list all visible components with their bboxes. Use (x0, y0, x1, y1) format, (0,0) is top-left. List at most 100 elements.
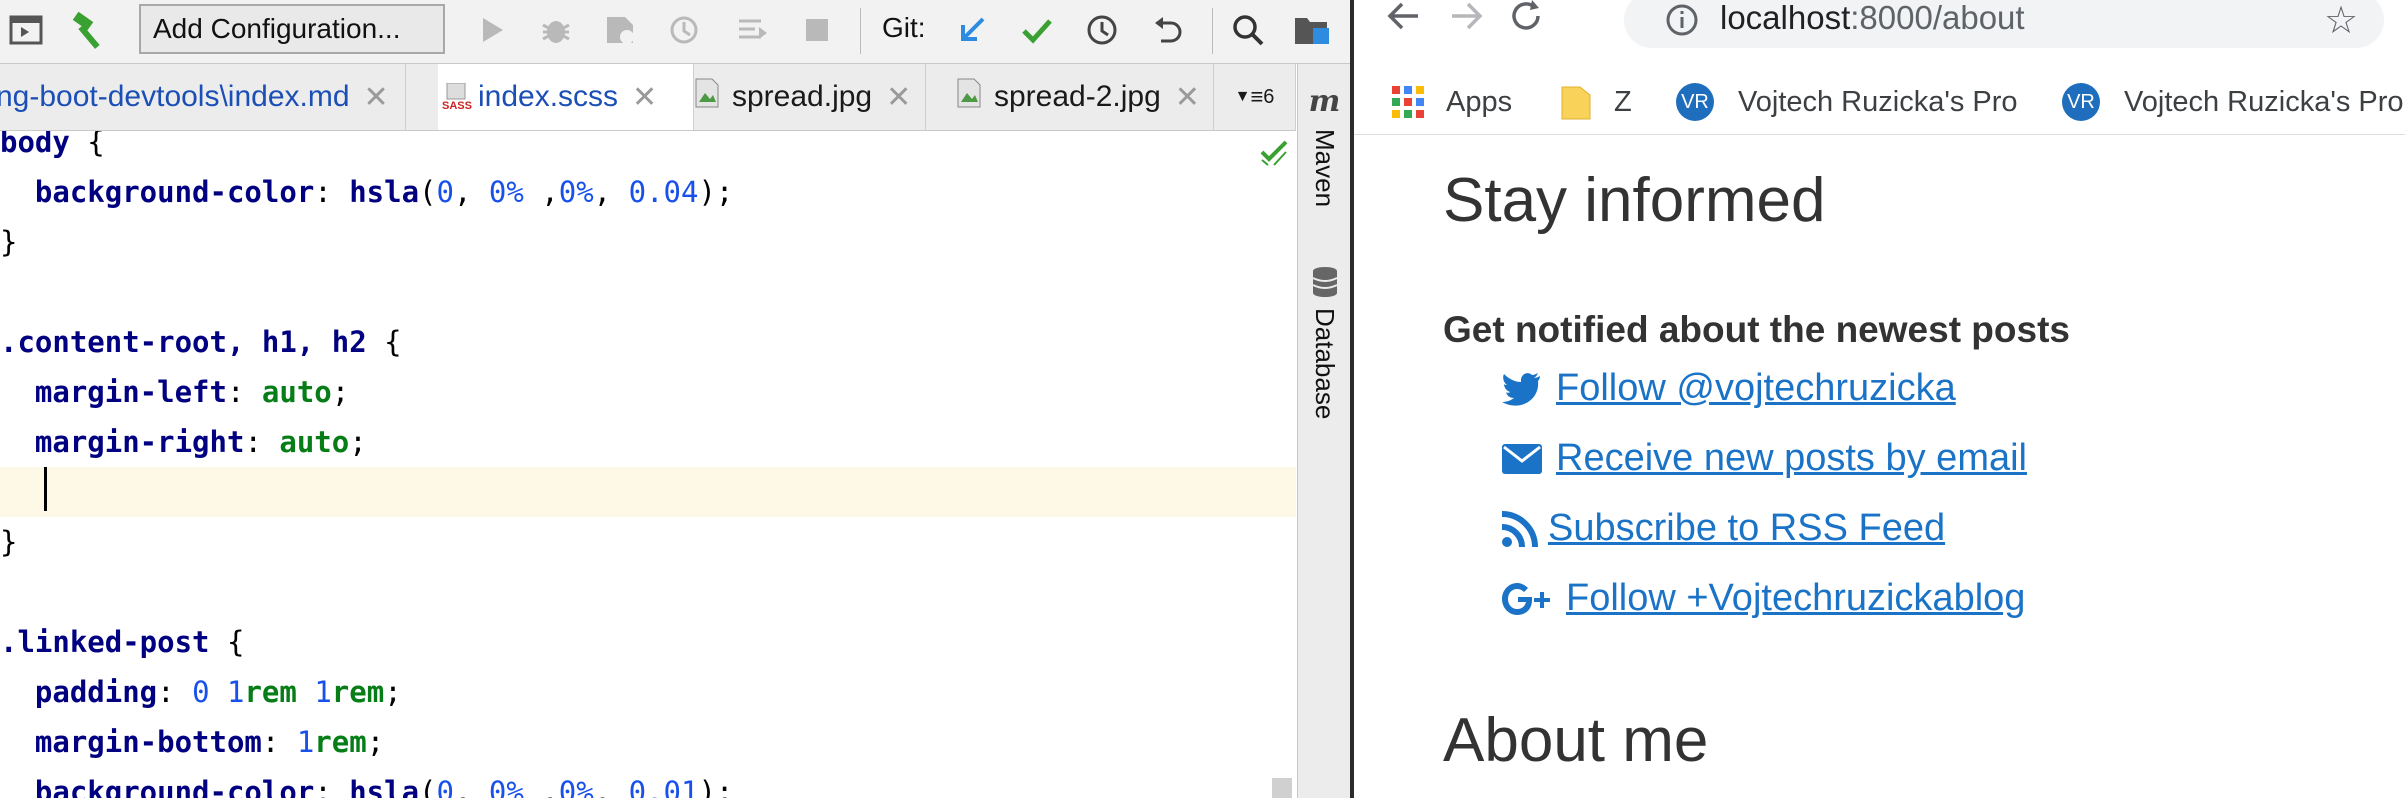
avatar: VR (2062, 83, 2100, 121)
current-line-highlight (0, 467, 1296, 517)
toolbar-separator (1212, 8, 1213, 54)
build-project-icon[interactable] (730, 8, 774, 52)
code-line: margin-right: auto; (34, 425, 367, 459)
profile-icon[interactable] (663, 8, 707, 52)
toolbar-separator (860, 8, 861, 54)
stay-informed-heading: Stay informed (1443, 166, 1826, 235)
git-commit-icon[interactable] (1015, 8, 1059, 52)
reload-icon[interactable] (1506, 0, 1546, 41)
sass-file-icon: SASS (442, 82, 472, 112)
google-plus-icon (1502, 582, 1550, 615)
list-item: Subscribe to RSS Feed (1502, 507, 1945, 550)
google-plus-link[interactable]: Follow +Vojtechruzickablog (1566, 577, 2025, 620)
code-editor[interactable]: body { background-color: hsla(0, 0% ,0%,… (0, 131, 1296, 798)
scrollbar-thumb[interactable] (1272, 778, 1292, 798)
inspection-ok-icon[interactable] (1260, 138, 1288, 171)
run-with-coverage-icon[interactable] (598, 8, 642, 52)
image-file-icon (956, 78, 982, 116)
about-me-heading: About me (1443, 706, 1709, 775)
mail-icon (1502, 443, 1542, 474)
image-file-icon (694, 78, 720, 116)
right-tool-window-bar: m Maven Database (1297, 64, 1350, 798)
rss-icon (1502, 510, 1538, 547)
rss-feed-link[interactable]: Subscribe to RSS Feed (1548, 507, 1945, 550)
maven-icon: m (1308, 84, 1341, 119)
code-line: body { (0, 131, 105, 159)
bookmark-apps[interactable]: Apps (1390, 70, 1512, 134)
close-icon[interactable]: ✕ (886, 80, 911, 115)
run-configuration-dropdown[interactable]: Add Configuration... (139, 4, 445, 54)
tab-label: ng-boot-devtools\index.md (0, 80, 350, 113)
git-label: Git: (882, 12, 926, 43)
tab-index-md[interactable]: ng-boot-devtools\index.md ✕ (0, 64, 406, 130)
maven-tool-tab[interactable]: m Maven (1298, 84, 1350, 207)
search-everywhere-icon[interactable] (1226, 8, 1270, 52)
code-line: margin-left: auto; (34, 375, 350, 409)
back-arrow-icon[interactable] (1384, 0, 1424, 41)
database-icon (1312, 267, 1337, 297)
git-update-icon[interactable] (950, 8, 994, 52)
run-icon[interactable] (470, 8, 514, 52)
ide-toolbar: Add Configuration... Git: (0, 0, 1350, 64)
folder-icon (1561, 86, 1591, 120)
build-hammer-icon[interactable] (68, 8, 112, 52)
avatar: VR (1676, 83, 1714, 121)
list-item: Follow @vojtechruzicka (1502, 367, 1956, 410)
tab-overflow-count: 6 (1263, 85, 1275, 108)
tab-overflow-button[interactable]: ▼ ≡ 6 (1214, 64, 1296, 130)
sass-badge: SASS (442, 99, 472, 112)
bookmark-z[interactable]: Z (1560, 70, 1632, 134)
url-text[interactable]: localhost:8000/about (1720, 0, 2025, 37)
close-icon[interactable]: ✕ (632, 80, 657, 115)
code-line: .content-root, h1, h2 { (0, 325, 402, 359)
close-icon[interactable]: ✕ (364, 80, 389, 115)
bookmark-vojtech-1[interactable]: VR Vojtech Ruzicka's Pro (1676, 70, 2018, 134)
tab-spread-jpg[interactable]: spread.jpg ✕ (694, 64, 926, 130)
text-caret (44, 467, 47, 511)
chevron-down-icon: ▼ (1234, 88, 1251, 105)
project-structure-folder-icon[interactable] (1290, 8, 1334, 52)
url-host: localhost (1720, 0, 1851, 36)
database-tool-tab[interactable]: Database (1298, 266, 1350, 419)
bookmark-star-icon[interactable]: ☆ (2324, 0, 2358, 43)
bookmark-label: Z (1614, 85, 1632, 118)
maven-tab-label: Maven (1310, 129, 1340, 208)
info-icon[interactable] (1664, 2, 1700, 43)
tab-label: spread.jpg (732, 80, 873, 113)
tab-label: index.scss (477, 80, 619, 113)
stop-icon[interactable] (795, 8, 839, 52)
bookmark-label: Vojtech Ruzicka's Pro (2124, 85, 2404, 118)
code-line: padding: 0 1rem 1rem; (34, 675, 402, 709)
apps-grid-icon (1392, 86, 1424, 118)
bookmark-vojtech-2[interactable]: VR Vojtech Ruzicka's Pro (2062, 70, 2404, 134)
code-line: background-color: hsla(0, 0% ,0%, 0.04); (34, 175, 734, 209)
follow-twitter-link[interactable]: Follow @vojtechruzicka (1556, 367, 1956, 410)
close-icon[interactable]: ✕ (1175, 80, 1200, 115)
tab-label: spread-2.jpg (994, 80, 1161, 113)
list-icon: ≡ (1250, 84, 1264, 109)
code-line: background-color: hsla(0, 0% ,0%, 0.01); (34, 775, 734, 798)
code-line: .linked-post { (0, 625, 245, 659)
run-configuration-label: Add Configuration... (153, 13, 401, 44)
bookmarks-bar: Apps Z VR Vojtech Ruzicka's Pro VR Vojte… (1354, 70, 2405, 135)
database-tab-label: Database (1310, 308, 1340, 420)
bookmark-label: Vojtech Ruzicka's Pro (1738, 85, 2018, 118)
forward-arrow-icon[interactable] (1446, 0, 1486, 41)
git-history-icon[interactable] (1080, 8, 1124, 52)
list-item: Receive new posts by email (1502, 437, 2027, 480)
debug-icon[interactable] (534, 8, 578, 52)
twitter-icon (1502, 372, 1540, 406)
project-structure-icon[interactable] (4, 8, 48, 52)
tab-index-scss[interactable]: SASS index.scss ✕ (438, 64, 694, 130)
code-line: margin-bottom: 1rem; (34, 725, 385, 759)
address-bar[interactable]: localhost:8000/about ☆ (1624, 0, 2384, 48)
email-subscribe-link[interactable]: Receive new posts by email (1556, 437, 2027, 480)
git-rollback-icon[interactable] (1146, 8, 1190, 52)
url-path: :8000/about (1850, 0, 2025, 36)
list-item: Follow +Vojtechruzickablog (1502, 577, 2025, 620)
notify-subheading: Get notified about the newest posts (1443, 309, 2070, 350)
tab-spread-2-jpg[interactable]: spread-2.jpg ✕ (926, 64, 1214, 130)
editor-tab-bar: ng-boot-devtools\index.md ✕ SASS index.s… (0, 64, 1296, 131)
browser-window: localhost:8000/about ☆ Apps Z VR Vojtech… (1354, 0, 2405, 798)
code-line: } (0, 525, 18, 559)
